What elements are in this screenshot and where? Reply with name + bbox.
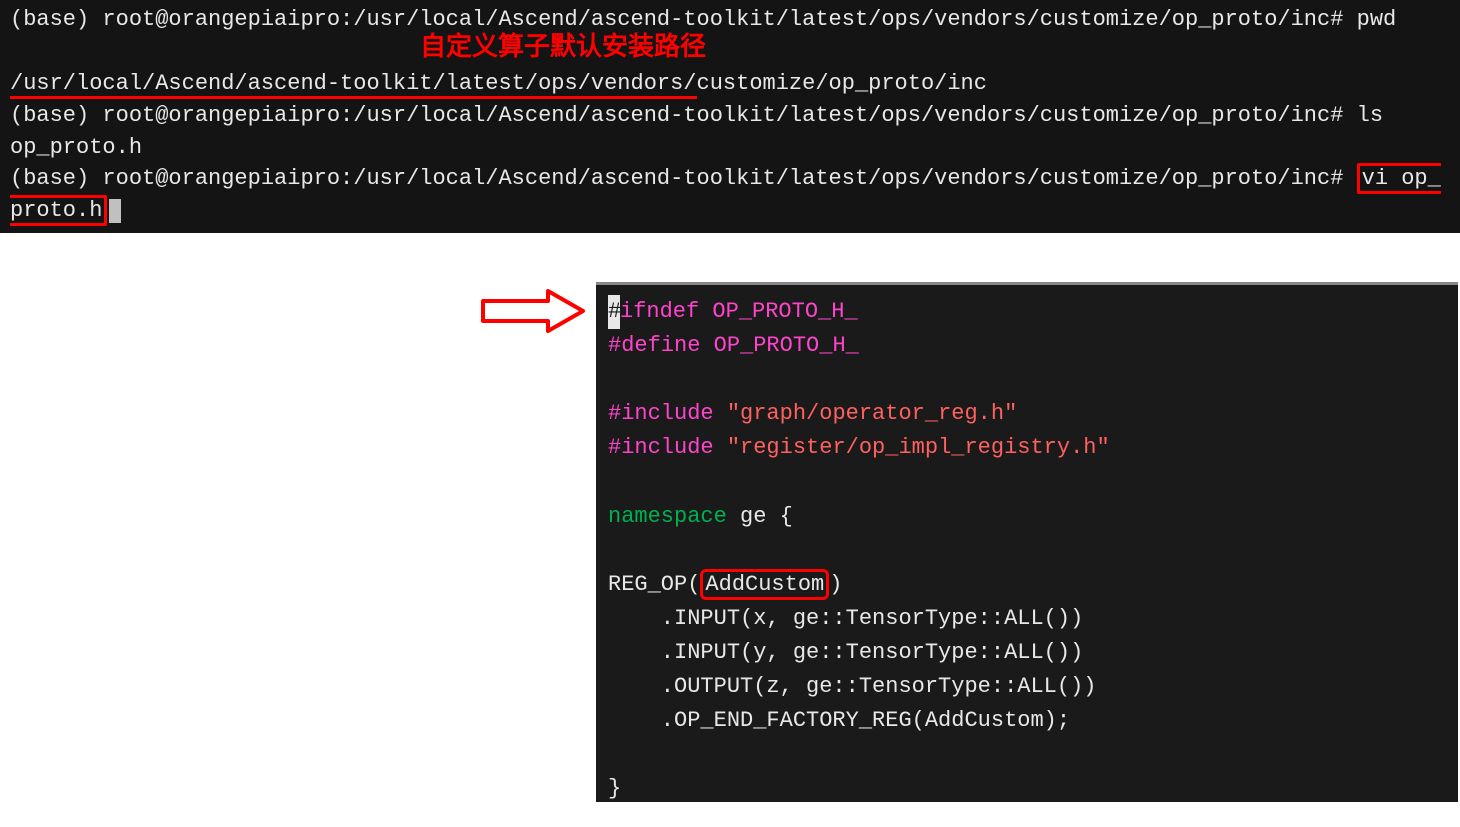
path-underlined: /usr/local/Ascend/ascend-toolkit/latest/… [10,71,697,99]
editor-line-10: .INPUT(x, ge::TensorType::ALL()) [608,602,1446,636]
arrow-right-icon [478,286,588,343]
editor-line-4: #include "graph/operator_reg.h" [608,397,1446,431]
vi-editor-pane[interactable]: #ifndef OP_PROTO_H_ #define OP_PROTO_H_ … [596,282,1458,802]
editor-line-3 [608,363,1446,397]
editor-line-7: namespace ge { [608,500,1446,534]
editor-cursor: # [608,295,620,329]
ls-output: op_proto.h [10,135,142,160]
editor-line-15: } [608,772,1446,806]
editor-line-11: .INPUT(y, ge::TensorType::ALL()) [608,636,1446,670]
editor-line-1: #ifndef OP_PROTO_H_ [608,295,1446,329]
path-rest: customize/op_proto/inc [697,71,987,96]
op-name-highlight: AddCustom [700,569,829,600]
editor-line-6 [608,465,1446,499]
editor-line-12: .OUTPUT(z, ge::TensorType::ALL()) [608,670,1446,704]
editor-line-13: .OP_END_FACTORY_REG(AddCustom); [608,704,1446,738]
terminal-output[interactable]: (base) root@orangepiaipro:/usr/local/Asc… [0,0,1460,233]
terminal-cursor [109,199,121,223]
prompt-line-2: (base) root@orangepiaipro:/usr/local/Asc… [10,103,1383,128]
command-pwd: pwd [1357,7,1397,32]
command-ls: ls [1357,103,1383,128]
prompt-line-3: (base) root@orangepiaipro:/usr/local/Asc… [10,166,1441,223]
editor-line-2: #define OP_PROTO_H_ [608,329,1446,363]
editor-line-5: #include "register/op_impl_registry.h" [608,431,1446,465]
editor-line-8 [608,534,1446,568]
pwd-output-line: /usr/local/Ascend/ascend-toolkit/latest/… [10,71,987,99]
editor-line-9: REG_OP(AddCustom) [608,568,1446,602]
annotation-label: 自定义算子默认安装路径 [420,28,706,66]
editor-line-14 [608,738,1446,772]
